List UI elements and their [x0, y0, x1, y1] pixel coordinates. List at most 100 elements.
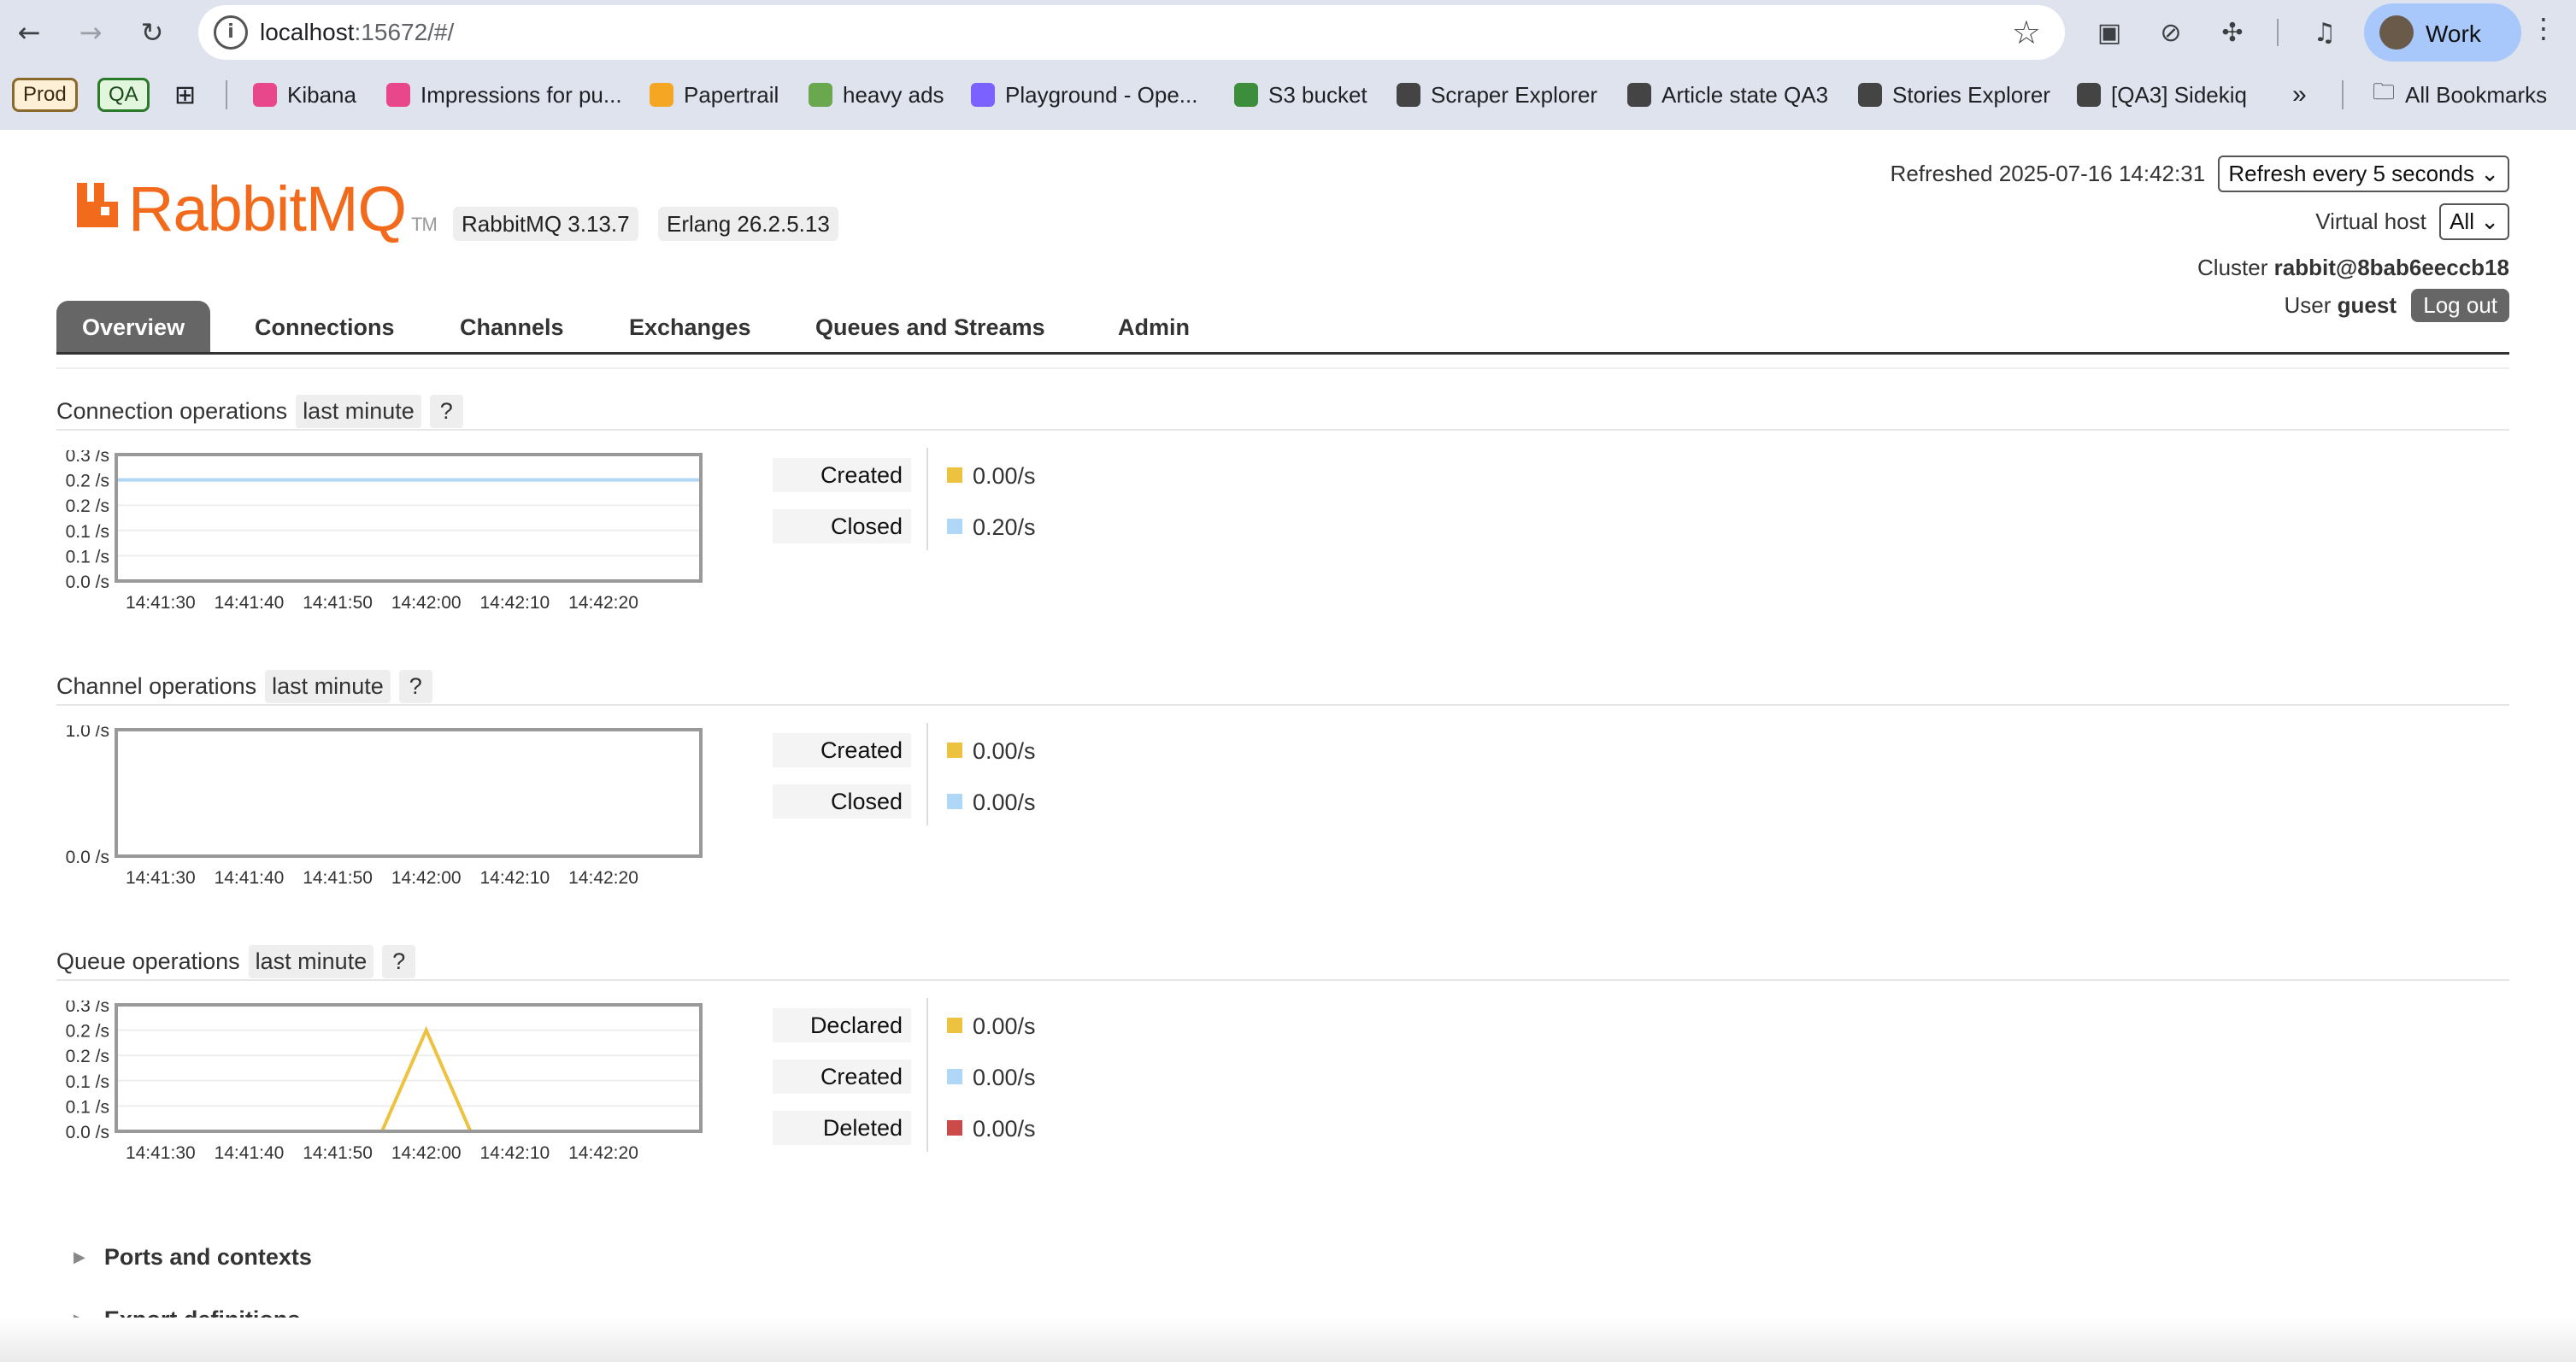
legend-swatch — [947, 1018, 962, 1033]
bookmark-favicon-icon — [1858, 83, 1882, 107]
channel-operations-header: Channel operations last minute ? — [56, 670, 432, 703]
x-tick-label: 14:42:20 — [568, 868, 638, 888]
range-selector[interactable]: last minute — [248, 945, 374, 978]
legend-row: Created 0.00/s — [773, 730, 1063, 769]
range-selector[interactable]: last minute — [265, 670, 391, 703]
bookmark-item[interactable]: Playground - Ope... — [971, 75, 1197, 114]
bookmark-item[interactable]: Impressions for pu... — [386, 75, 622, 114]
bookmark-label: QA — [109, 83, 138, 106]
profile-button[interactable]: Work — [2364, 3, 2521, 62]
legend-value: 0.00/s — [973, 1065, 1036, 1090]
x-tick-label: 14:42:00 — [391, 868, 462, 888]
all-bookmarks-folder[interactable]: 🗀 All Bookmarks — [2373, 75, 2547, 114]
bookmark-item[interactable]: Papertrail — [650, 75, 779, 114]
help-button[interactable]: ? — [382, 945, 416, 978]
bookmark-item[interactable]: Kibana — [253, 75, 356, 114]
bookmark-item[interactable]: Stories Explorer — [1858, 75, 2050, 114]
y-tick-label: 0.1 /s — [66, 547, 109, 567]
cluster-label: Cluster — [2197, 255, 2268, 280]
url-text[interactable]: localhost:15672/#/ — [260, 19, 454, 46]
range-selector[interactable]: last minute — [296, 395, 421, 428]
legend-value: 0.00/s — [973, 463, 1036, 489]
legend-row: Closed 0.00/s — [773, 781, 1063, 820]
url-host: localhost — [260, 19, 355, 45]
site-info-icon[interactable]: i — [214, 15, 248, 50]
legend-value: 0.00/s — [973, 1013, 1036, 1039]
x-tick-label: 14:42:10 — [479, 593, 550, 613]
tab-overview[interactable]: Overview — [56, 301, 211, 354]
logo-wordmark[interactable]: RabbitMQ TM — [128, 173, 438, 245]
extensions-puzzle-icon[interactable]: ✣ — [2214, 14, 2251, 51]
bookmark-favicon-icon — [650, 83, 673, 107]
y-tick-label: 0.3 /s — [66, 1001, 109, 1016]
apps-grid-icon[interactable]: ⊞ — [174, 75, 196, 114]
extension-block-icon[interactable]: ⊘ — [2152, 14, 2190, 51]
legend-label: Created — [773, 458, 911, 492]
legend-swatch — [947, 794, 962, 809]
bookmark-label: Scraper Explorer — [1431, 81, 1598, 108]
bookmark-item[interactable]: S3 bucket — [1234, 75, 1367, 114]
legend-swatch — [947, 1069, 962, 1084]
cluster-name: rabbit@8bab6eeccb18 — [2273, 255, 2509, 280]
logout-button[interactable]: Log out — [2411, 289, 2509, 322]
x-tick-label: 14:41:30 — [126, 868, 196, 888]
bookmark-item[interactable]: Scraper Explorer — [1397, 75, 1597, 114]
tab-admin[interactable]: Admin — [1118, 301, 1190, 354]
y-tick-label: 0.2 /s — [66, 1022, 109, 1042]
x-tick-label: 14:41:40 — [215, 868, 285, 888]
browser-menu-icon[interactable]: ⋮ — [2530, 12, 2557, 44]
legend-label: Closed — [773, 784, 911, 819]
rabbitmq-management-page: RabbitMQ TM RabbitMQ 3.13.7 Erlang 26.2.5… — [0, 130, 2576, 1362]
back-arrow-icon[interactable]: ← — [9, 12, 50, 53]
x-tick-label: 14:41:40 — [215, 593, 285, 613]
y-tick-label: 0.1 /s — [66, 1072, 109, 1092]
plot-frame — [115, 728, 703, 858]
y-tick-label: 1.0 /s — [66, 725, 109, 741]
reload-icon[interactable]: ↻ — [132, 12, 173, 53]
bookmark-item[interactable]: [QA3] Sidekiq — [2077, 75, 2247, 114]
bookmark-divider — [226, 80, 227, 109]
scrolled-section-edge — [56, 367, 2509, 369]
bookmark-label: Prod — [23, 83, 67, 106]
tab-queues-and-streams[interactable]: Queues and Streams — [815, 301, 1045, 354]
collapsible-label: Ports and contexts — [103, 1244, 312, 1270]
expand-triangle-icon: ▶ — [74, 1248, 85, 1266]
bookmark-label: Stories Explorer — [1892, 81, 2050, 108]
profile-name: Work — [2426, 21, 2481, 47]
x-tick-label: 14:41:40 — [215, 1143, 285, 1163]
bookmark-favicon-icon — [971, 83, 995, 107]
help-button[interactable]: ? — [429, 395, 463, 428]
plot-frame — [115, 453, 703, 583]
bookmark-favicon-icon — [253, 83, 277, 107]
legend-swatch — [947, 1120, 962, 1136]
extension-ghost-icon[interactable]: ▣ — [2091, 14, 2128, 51]
bookmark-item[interactable]: heavy ads — [809, 75, 944, 114]
media-queue-icon[interactable]: ♫ — [2306, 14, 2344, 51]
url-path: :15672/#/ — [354, 19, 455, 45]
address-bar[interactable]: i localhost:15672/#/ ☆ — [198, 5, 2065, 60]
forward-arrow-icon[interactable]: → — [70, 12, 111, 53]
virtual-host-select[interactable]: All ⌄ — [2439, 203, 2509, 240]
section-divider — [56, 979, 2509, 981]
bookmark-star-icon[interactable]: ☆ — [2012, 14, 2041, 51]
more-bookmarks-icon[interactable]: » — [2292, 75, 2307, 114]
x-tick-label: 14:41:50 — [303, 1143, 373, 1163]
ports-and-contexts-toggle[interactable]: ▶ Ports and contexts — [74, 1244, 312, 1271]
bookmark-favicon-icon — [1627, 83, 1651, 107]
refresh-interval-select[interactable]: Refresh every 5 seconds ⌄ — [2218, 156, 2509, 192]
help-button[interactable]: ? — [398, 670, 432, 703]
channel-operations-chart: 1.0 /s 0.0 /s 14:41:30 14:41:40 14:41:50 14:4… — [51, 725, 709, 896]
tab-connections[interactable]: Connections — [255, 301, 395, 354]
legend-row: Closed 0.20/s — [773, 506, 1063, 545]
connection-operations-legend: Created 0.00/s Closed 0.20/s — [773, 448, 1115, 550]
bookmark-item[interactable]: QA — [97, 78, 150, 112]
tab-channels[interactable]: Channels — [460, 301, 564, 354]
bookmark-label: heavy ads — [843, 81, 944, 108]
y-tick-label: 0.0 /s — [66, 848, 109, 867]
rabbitmq-version: RabbitMQ 3.13.7 — [453, 207, 638, 241]
bookmark-item[interactable]: Article state QA3 — [1627, 75, 1828, 114]
tab-exchanges[interactable]: Exchanges — [629, 301, 751, 354]
queue-operations-chart: 0.3 /s 0.2 /s 0.2 /s 0.1 /s 0.1 /s 0.0 /s 14:4… — [51, 1001, 709, 1171]
legend-swatch — [947, 467, 962, 483]
bookmark-item[interactable]: Prod — [12, 78, 78, 112]
